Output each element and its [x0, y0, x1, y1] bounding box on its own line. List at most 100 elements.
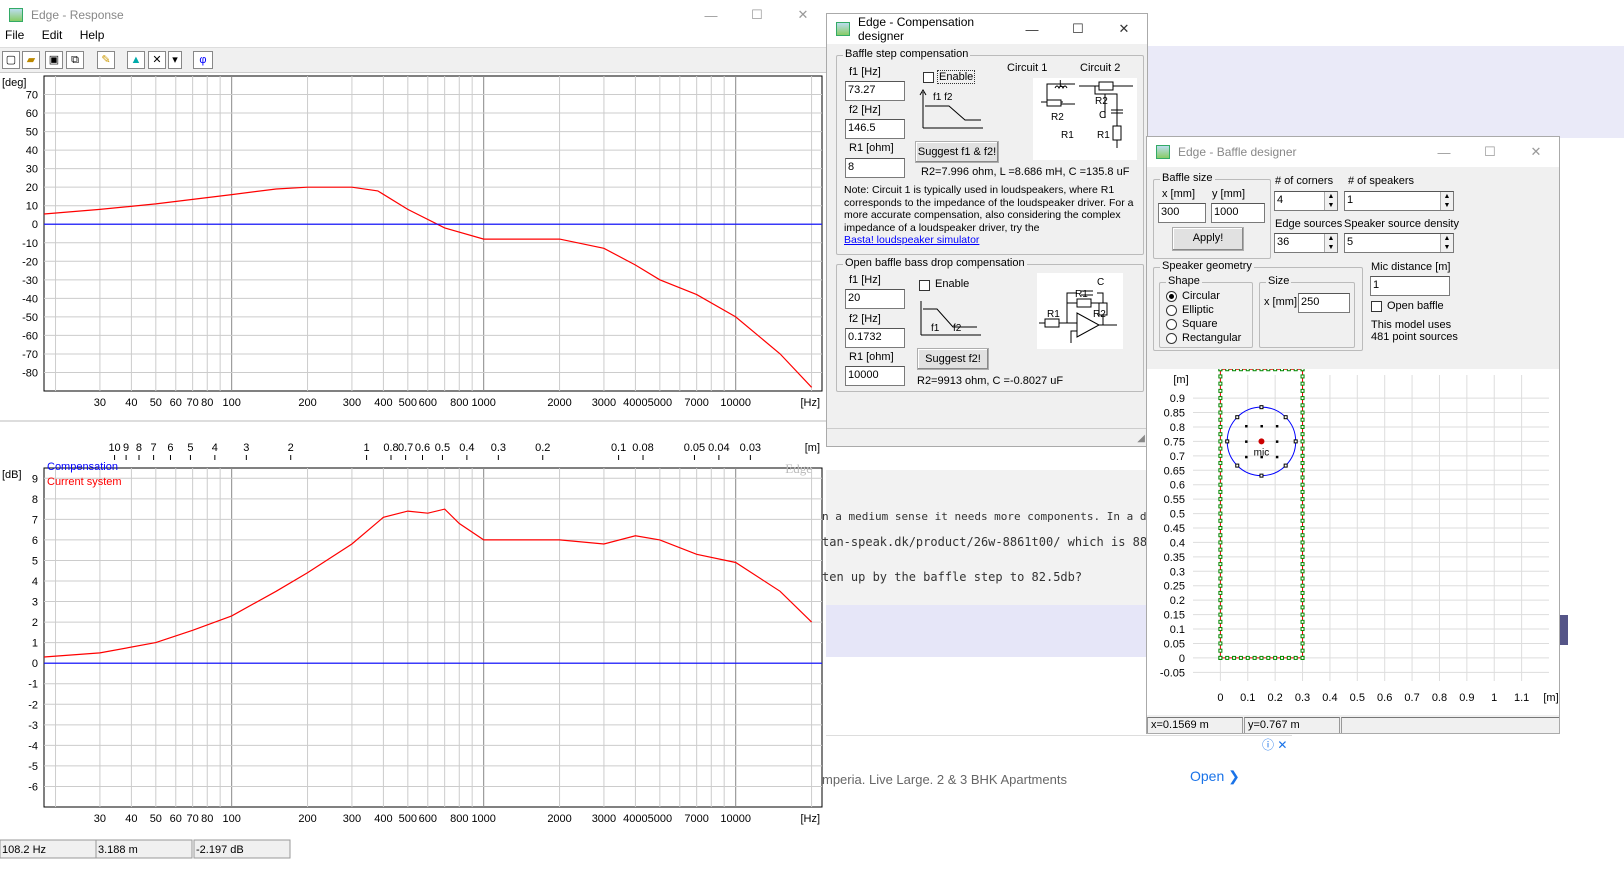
phase-xtick: 4000 [623, 397, 647, 409]
phase-xunit: [Hz] [800, 397, 820, 409]
edge-source [1218, 374, 1223, 379]
phase-xtick: 80 [201, 397, 213, 409]
obc-r1-input[interactable]: 10000 [845, 366, 905, 386]
suggest-f2-button[interactable]: Suggest f2! [917, 348, 989, 370]
circuit1-label: Circuit 1 [1007, 62, 1048, 74]
baffle-x-input[interactable]: 300 [1158, 203, 1206, 223]
obc-f2-input[interactable]: 0.1732 [845, 328, 905, 348]
close-icon[interactable]: ✕ [780, 7, 826, 23]
bsc-f1-input[interactable]: 73.27 [845, 81, 905, 101]
close-icon[interactable]: ✕ [1101, 21, 1147, 37]
size-input[interactable]: 250 [1298, 293, 1350, 313]
ad-open-button[interactable]: Open ❯ [1190, 768, 1240, 785]
minimize-icon[interactable]: — [1009, 22, 1055, 37]
bsc-enable-checkbox[interactable] [923, 72, 934, 83]
obc-enable-checkbox[interactable] [919, 280, 930, 291]
response-plots: 706050403020100-10-20-30-40-50-60-70-80[… [0, 75, 826, 859]
edge-sources-spinner[interactable]: ▲ ▼ [1324, 234, 1337, 252]
baffle-y-input[interactable]: 1000 [1211, 203, 1265, 223]
close-icon[interactable]: ✕ [1513, 144, 1559, 160]
bsc-r1-input[interactable]: 8 [845, 158, 905, 178]
meter-tick: 0.6 [415, 442, 430, 454]
baffle-ytick: 0.4 [1170, 537, 1185, 549]
save-icon[interactable]: ▣ [45, 51, 63, 69]
baffle-ytick: 0.15 [1164, 610, 1185, 622]
edge-source [1218, 569, 1223, 574]
baffle-xtick: 0.3 [1295, 692, 1310, 704]
edge-source [1300, 369, 1305, 372]
delete-icon[interactable]: ✕ [148, 51, 166, 69]
minimize-icon[interactable]: — [1421, 145, 1467, 160]
circuit2-schematic: R2 C R1 [1075, 78, 1137, 160]
ad-info-icon[interactable]: ⓘ ✕ [1262, 736, 1287, 753]
speakers-input[interactable]: 1 [1344, 191, 1454, 211]
open-baffle-checkbox[interactable] [1371, 301, 1382, 312]
apply-button[interactable]: Apply! [1172, 227, 1244, 251]
phase-xtick: 1000 [471, 397, 495, 409]
speaker-source [1245, 440, 1248, 443]
meter-tick: 0.8 [383, 442, 398, 454]
speakers-spinner[interactable]: ▲ ▼ [1440, 192, 1453, 210]
menu-file[interactable]: File [5, 28, 24, 42]
magnitude-xtick: 4000 [623, 813, 647, 825]
phi-icon[interactable]: φ [193, 51, 213, 69]
maximize-icon[interactable]: ☐ [734, 7, 780, 23]
edge-source [1218, 554, 1223, 559]
comp-titlebar[interactable]: Edge - Compensation designer — ☐ ✕ [827, 14, 1147, 44]
response-title: Edge - Response [31, 8, 124, 22]
basta-link[interactable]: Basta! loudspeaker simulator [844, 234, 979, 246]
resize-grip-icon[interactable]: ◢ [1137, 433, 1145, 444]
size-xmm-label: x [mm] [1264, 296, 1297, 308]
menu-edit[interactable]: Edit [42, 28, 63, 42]
edge-source [1218, 410, 1223, 415]
maximize-icon[interactable]: ☐ [1467, 144, 1513, 160]
mic-distance-input[interactable]: 1 [1370, 276, 1450, 296]
density-input[interactable]: 5 [1344, 233, 1454, 253]
minimize-icon[interactable]: — [688, 8, 734, 23]
corners-spinner[interactable]: ▲ ▼ [1324, 192, 1337, 210]
magnitude-ytick: -2 [28, 699, 38, 711]
magnitude-xunit: [Hz] [800, 813, 820, 825]
cup-icon[interactable]: ▲ [127, 51, 145, 69]
obc-f1-input[interactable]: 20 [845, 289, 905, 309]
obc-title: Open baffle bass drop compensation [843, 257, 1027, 269]
baffle-titlebar[interactable]: Edge - Baffle designer — ☐ ✕ [1147, 137, 1559, 167]
shape-elliptic-radio[interactable] [1166, 305, 1177, 316]
copy-icon[interactable]: ⧉ [66, 51, 84, 69]
shape-square-radio[interactable] [1166, 319, 1177, 330]
edge-source [1238, 369, 1243, 372]
edge-source [1218, 381, 1223, 386]
baffle-xtick: 0 [1217, 692, 1223, 704]
phase-xtick: 300 [343, 397, 361, 409]
edge-source [1293, 369, 1298, 372]
open-icon[interactable]: ▰ [22, 51, 40, 69]
edge-source [1245, 369, 1250, 372]
maximize-icon[interactable]: ☐ [1055, 21, 1101, 37]
phase-xtick: 5000 [648, 397, 672, 409]
edge-source [1225, 655, 1230, 660]
edge-source [1300, 475, 1305, 480]
baffle-plot[interactable]: 0.9 0.85 0.8 0.75 0.7 0.65 0.6 0.55 0.5 0.45 0.4 0.… [1147, 369, 1560, 715]
dropdown-icon[interactable]: ▾ [168, 51, 182, 69]
speaker-source [1235, 463, 1240, 468]
bsc-f2-input[interactable]: 146.5 [845, 119, 905, 139]
pencil-icon[interactable]: ✎ [97, 51, 115, 69]
baffle-ytick: 0.65 [1164, 465, 1185, 477]
phase-ytick: 20 [26, 182, 38, 194]
baffle-ytick: 0.2 [1170, 595, 1185, 607]
edge-source [1300, 453, 1305, 458]
bg-band-blue [826, 605, 1146, 657]
shape-circular-label: Circular [1182, 290, 1220, 302]
shape-rectangular-radio[interactable] [1166, 333, 1177, 344]
meter-tick: 0.3 [491, 442, 506, 454]
obc-r1-label: R1 [ohm] [849, 351, 894, 363]
app-icon [836, 22, 850, 36]
edge-source [1300, 619, 1305, 624]
shape-circular-radio[interactable] [1166, 291, 1177, 302]
new-icon[interactable]: ▢ [2, 51, 20, 69]
suggest-f1-f2-button[interactable]: Suggest f1 & f2! [915, 141, 999, 163]
menu-help[interactable]: Help [80, 28, 105, 42]
magnitude-ytick: -4 [28, 740, 38, 752]
density-spinner[interactable]: ▲ ▼ [1440, 234, 1453, 252]
edge-source [1300, 468, 1305, 473]
